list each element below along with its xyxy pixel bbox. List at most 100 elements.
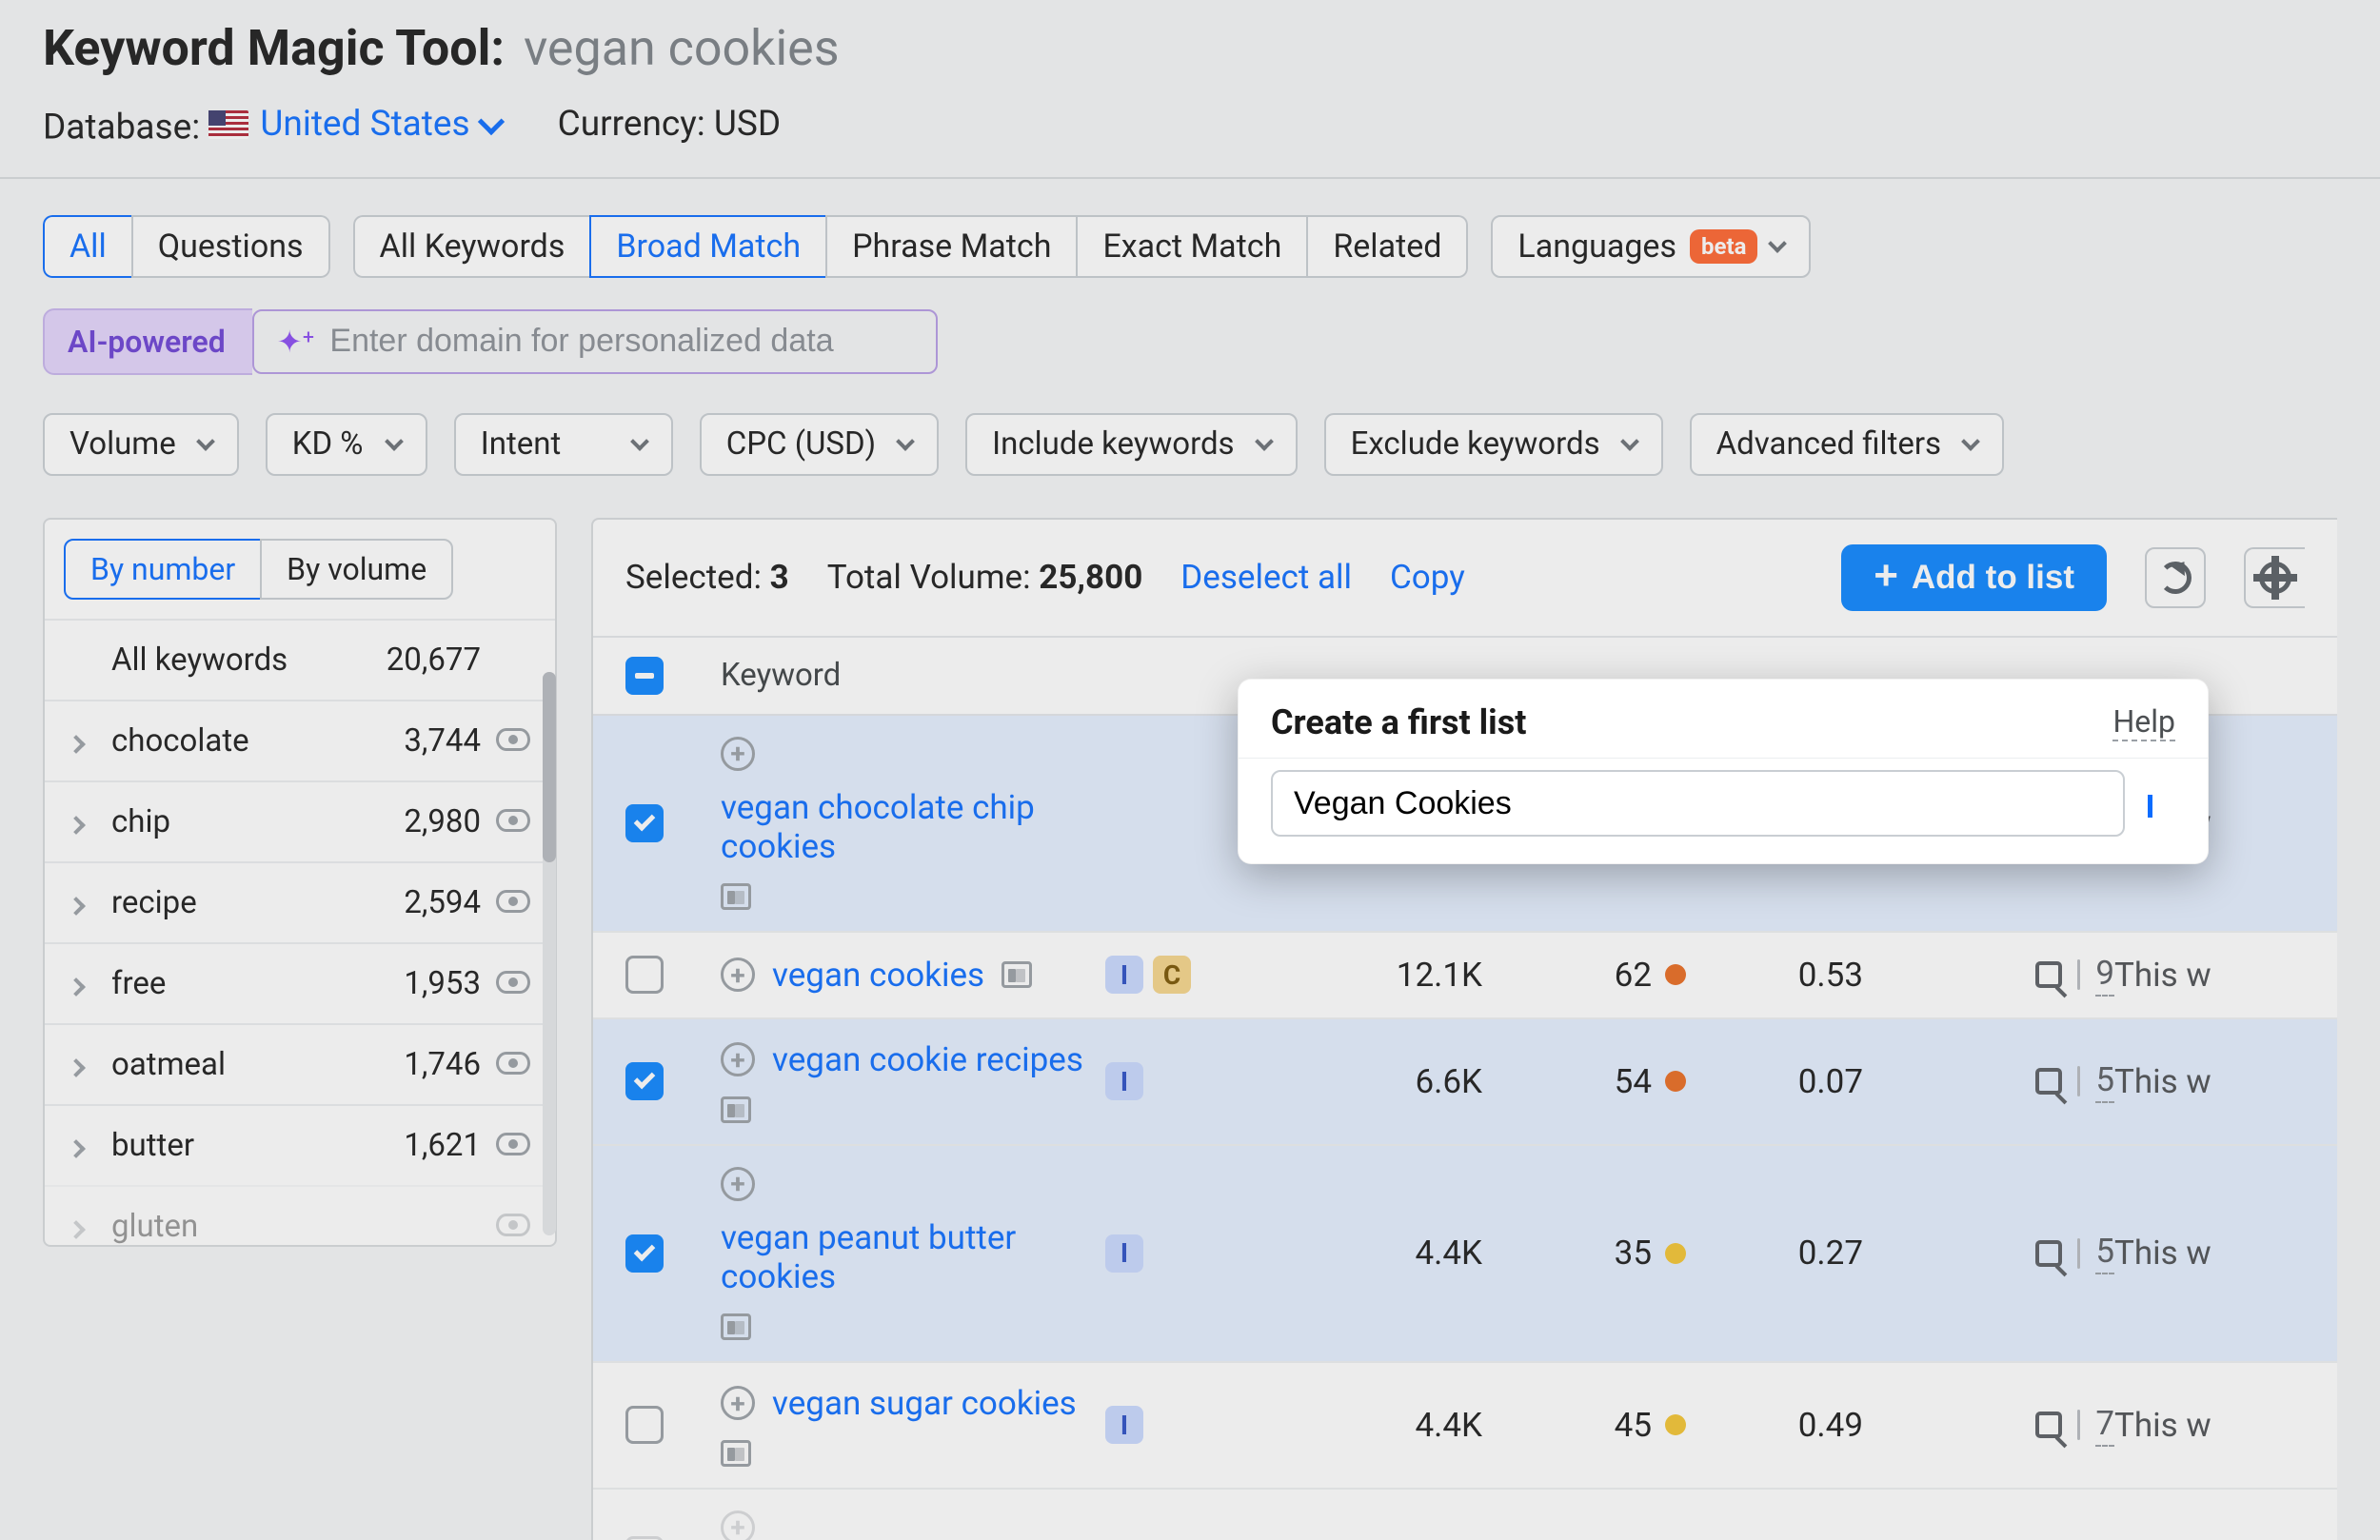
volume-cell: 12.1K: [1258, 956, 1496, 995]
sidebar-all-keywords[interactable]: All keywords 20,677: [45, 619, 555, 700]
row-checkbox[interactable]: [625, 804, 664, 842]
visibility-toggle-icon[interactable]: [496, 884, 530, 921]
chevron-right-icon: [69, 884, 96, 921]
search-query: vegan cookies: [524, 19, 839, 77]
row-checkbox[interactable]: [625, 1536, 664, 1540]
visibility-toggle-icon[interactable]: [496, 1046, 530, 1083]
check-icon: [2148, 795, 2152, 818]
settings-button[interactable]: [2244, 547, 2305, 608]
tab-phrase-match[interactable]: Phrase Match: [825, 215, 1078, 278]
tab-exact-match[interactable]: Exact Match: [1076, 215, 1308, 278]
sidebar-item-label: chip: [111, 803, 332, 840]
sidebar-item-label: butter: [111, 1127, 332, 1164]
sidebar-group[interactable]: recipe 2,594: [45, 861, 555, 942]
add-to-list-button[interactable]: + Add to list: [1841, 544, 2107, 611]
serp-features-cell[interactable]: 5: [1876, 1232, 2114, 1274]
tab-related[interactable]: Related: [1306, 215, 1468, 278]
cpc-cell: 0.49: [1686, 1406, 1876, 1445]
expand-icon[interactable]: +: [721, 1042, 755, 1076]
scrollbar-thumb[interactable]: [543, 672, 556, 862]
visibility-toggle-icon[interactable]: [496, 722, 530, 760]
serp-preview-icon[interactable]: [721, 1096, 751, 1123]
domain-input[interactable]: [329, 323, 912, 360]
keyword-link[interactable]: vegan peanut butter cookies: [721, 1218, 1105, 1296]
serp-preview-icon[interactable]: [1002, 961, 1032, 988]
sort-by-volume[interactable]: By volume: [260, 539, 453, 600]
deselect-all-link[interactable]: Deselect all: [1180, 558, 1352, 597]
sidebar-group[interactable]: butter 1,621: [45, 1104, 555, 1185]
chevron-down-icon: [196, 432, 215, 451]
filter-intent[interactable]: Intent: [454, 413, 673, 476]
confirm-button[interactable]: [2148, 795, 2152, 813]
serp-features-cell[interactable]: 7: [1876, 1404, 2114, 1447]
beta-badge: beta: [1690, 229, 1757, 264]
visibility-toggle-icon[interactable]: [496, 965, 530, 1002]
expand-icon[interactable]: +: [721, 737, 755, 771]
keyword-link[interactable]: vegan sugar cookies: [772, 1384, 1077, 1423]
filter-exclude-keywords[interactable]: Exclude keywords: [1324, 413, 1663, 476]
difficulty-dot-icon: [1665, 1071, 1686, 1092]
serp-preview-icon[interactable]: [721, 1440, 751, 1467]
cpc-cell: 0.00: [1686, 1536, 1876, 1540]
refresh-button[interactable]: [2145, 547, 2206, 608]
database-value: United States: [260, 104, 469, 145]
filter-volume[interactable]: Volume: [43, 413, 239, 476]
filter-advanced[interactable]: Advanced filters: [1690, 413, 2004, 476]
expand-icon[interactable]: +: [721, 1386, 755, 1420]
database-selector[interactable]: Database: United States: [43, 104, 501, 148]
serp-features-cell[interactable]: 5: [1876, 1060, 2114, 1103]
sidebar-group[interactable]: gluten: [45, 1185, 555, 1245]
volume-cell: 2.9K: [1258, 1536, 1496, 1540]
visibility-toggle-icon[interactable]: [496, 803, 530, 840]
keyword-link[interactable]: vegan cookies: [772, 956, 984, 995]
cpc-cell: 0.27: [1686, 1234, 1876, 1273]
sidebar-item-count: 1,953: [347, 965, 481, 1002]
row-checkbox[interactable]: [625, 1234, 664, 1273]
tab-all-keywords[interactable]: All Keywords: [353, 215, 592, 278]
filter-cpc[interactable]: CPC (USD): [700, 413, 939, 476]
sidebar-group[interactable]: chip 2,980: [45, 780, 555, 861]
row-checkbox[interactable]: [625, 1406, 664, 1444]
row-checkbox[interactable]: [625, 1062, 664, 1100]
row-checkbox[interactable]: [625, 956, 664, 994]
sidebar-group[interactable]: chocolate 3,744: [45, 700, 555, 780]
gear-icon: [2259, 562, 2291, 594]
expand-icon[interactable]: +: [721, 1167, 755, 1201]
kd-cell: 62: [1496, 956, 1686, 995]
languages-label: Languages: [1517, 227, 1676, 266]
sidebar-item-count: 20,677: [347, 642, 481, 679]
page-header: Keyword Magic Tool: vegan cookies Databa…: [0, 0, 2380, 177]
volume-cell: 4.4K: [1258, 1406, 1496, 1445]
keyword-link[interactable]: vegan chocolate chip cookies: [721, 788, 1105, 866]
visibility-toggle-icon[interactable]: [496, 1208, 530, 1245]
languages-dropdown[interactable]: Languages beta: [1491, 215, 1811, 278]
currency-label: Currency: USD: [558, 104, 782, 148]
col-keyword[interactable]: Keyword: [721, 657, 1105, 694]
expand-icon[interactable]: +: [721, 958, 755, 992]
sort-by-number[interactable]: By number: [64, 539, 262, 600]
select-all-checkbox[interactable]: [625, 657, 664, 695]
total-volume: Total Volume: 25,800: [827, 558, 1143, 597]
visibility-toggle-icon[interactable]: [496, 1127, 530, 1164]
sidebar-item-label: chocolate: [111, 722, 332, 760]
tab-questions[interactable]: Questions: [131, 215, 330, 278]
domain-input-wrapper[interactable]: ✦⁺: [252, 309, 938, 374]
keyword-link[interactable]: vegan cookie recipes: [772, 1040, 1083, 1079]
help-link[interactable]: Help: [2112, 703, 2175, 741]
serp-features-cell[interactable]: 9: [1876, 954, 2114, 997]
expand-icon[interactable]: +: [721, 1510, 755, 1540]
serp-preview-icon[interactable]: [721, 1313, 751, 1340]
list-name-input[interactable]: [1271, 770, 2125, 837]
last-update: This w: [2114, 956, 2305, 995]
table-row: + vegan cookies I C 12.1K 62 0.53 9 This…: [593, 933, 2337, 1019]
filter-kd[interactable]: KD %: [266, 413, 427, 476]
copy-link[interactable]: Copy: [1390, 558, 1465, 597]
chevron-right-icon: [69, 1127, 96, 1164]
filter-include-keywords[interactable]: Include keywords: [965, 413, 1297, 476]
sidebar-scrollbar[interactable]: [543, 672, 556, 1235]
tab-broad-match[interactable]: Broad Match: [589, 215, 827, 278]
sidebar-group[interactable]: oatmeal 1,746: [45, 1023, 555, 1104]
sidebar-group[interactable]: free 1,953: [45, 942, 555, 1023]
tab-all[interactable]: All: [43, 215, 133, 278]
serp-preview-icon[interactable]: [721, 883, 751, 910]
